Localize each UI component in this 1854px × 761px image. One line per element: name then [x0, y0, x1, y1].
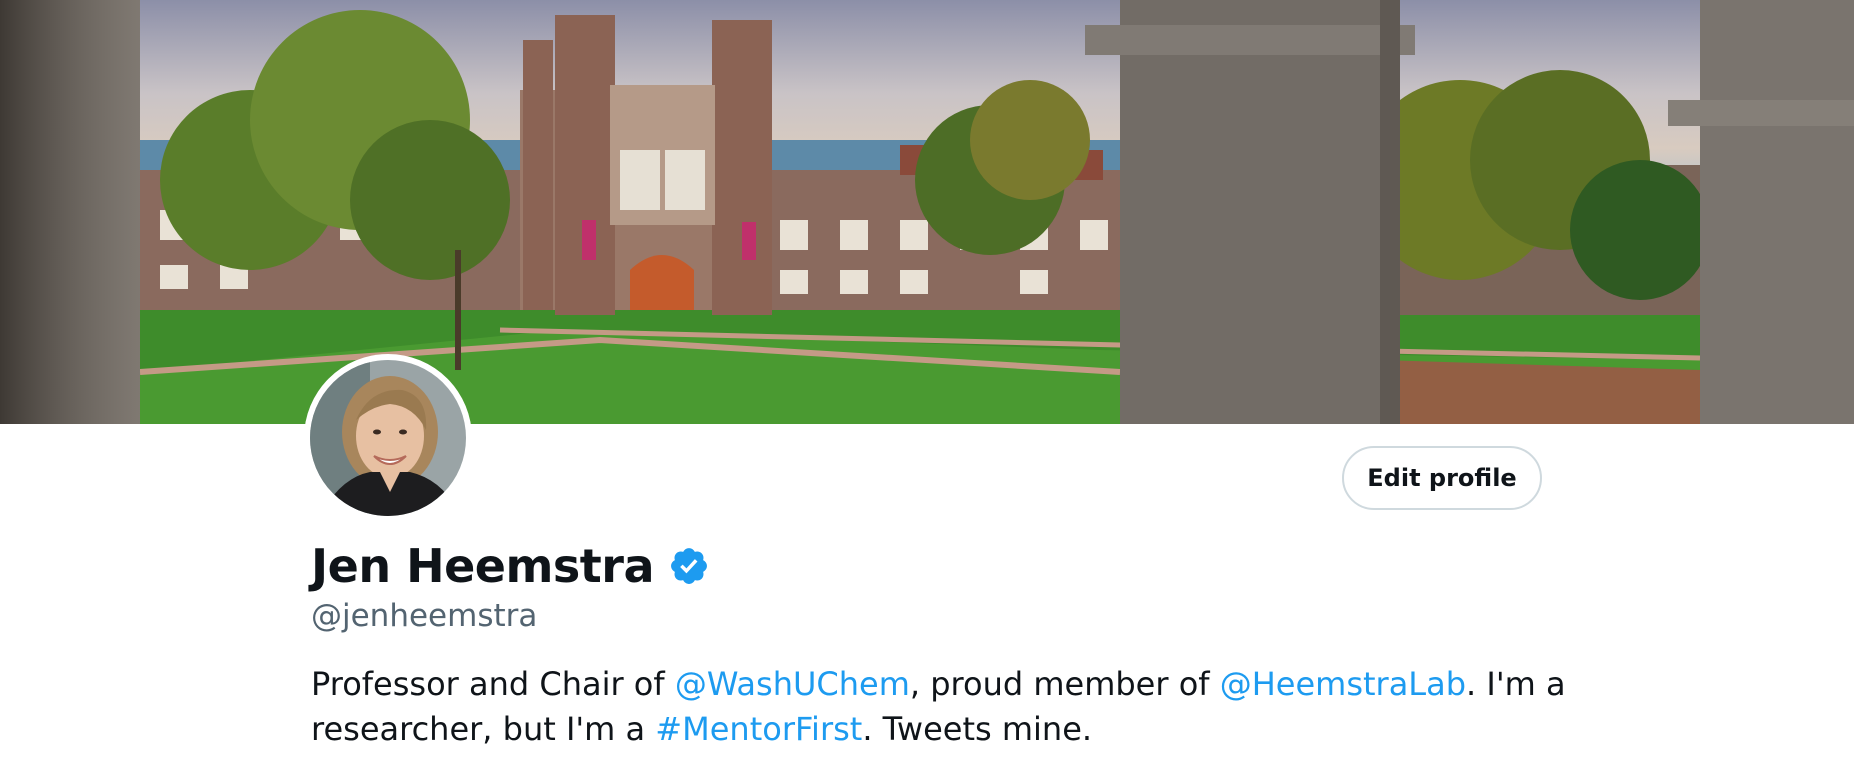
mention-link-heemstralab[interactable]: @HeemstraLab — [1220, 665, 1466, 703]
profile-avatar[interactable] — [304, 354, 472, 522]
bio-text: Professor and Chair of — [311, 665, 675, 703]
profile-banner[interactable] — [0, 0, 1854, 424]
profile-photo-image — [310, 360, 466, 516]
hashtag-link-mentorfirst[interactable]: #MentorFirst — [655, 710, 862, 748]
display-name: Jen Heemstra — [311, 539, 655, 593]
profile-handle: @jenheemstra — [311, 598, 538, 634]
bio-text: , proud member of — [909, 665, 1220, 703]
edit-profile-button[interactable]: Edit profile — [1342, 446, 1542, 510]
campus-photo-image — [0, 0, 1854, 424]
profile-name-row: Jen Heemstra — [311, 536, 710, 596]
profile-bio: Professor and Chair of @WashUChem, proud… — [311, 662, 1601, 752]
verified-badge-icon[interactable] — [668, 545, 710, 587]
bio-text: . Tweets mine. — [862, 710, 1093, 748]
mention-link-washuchem[interactable]: @WashUChem — [675, 665, 910, 703]
